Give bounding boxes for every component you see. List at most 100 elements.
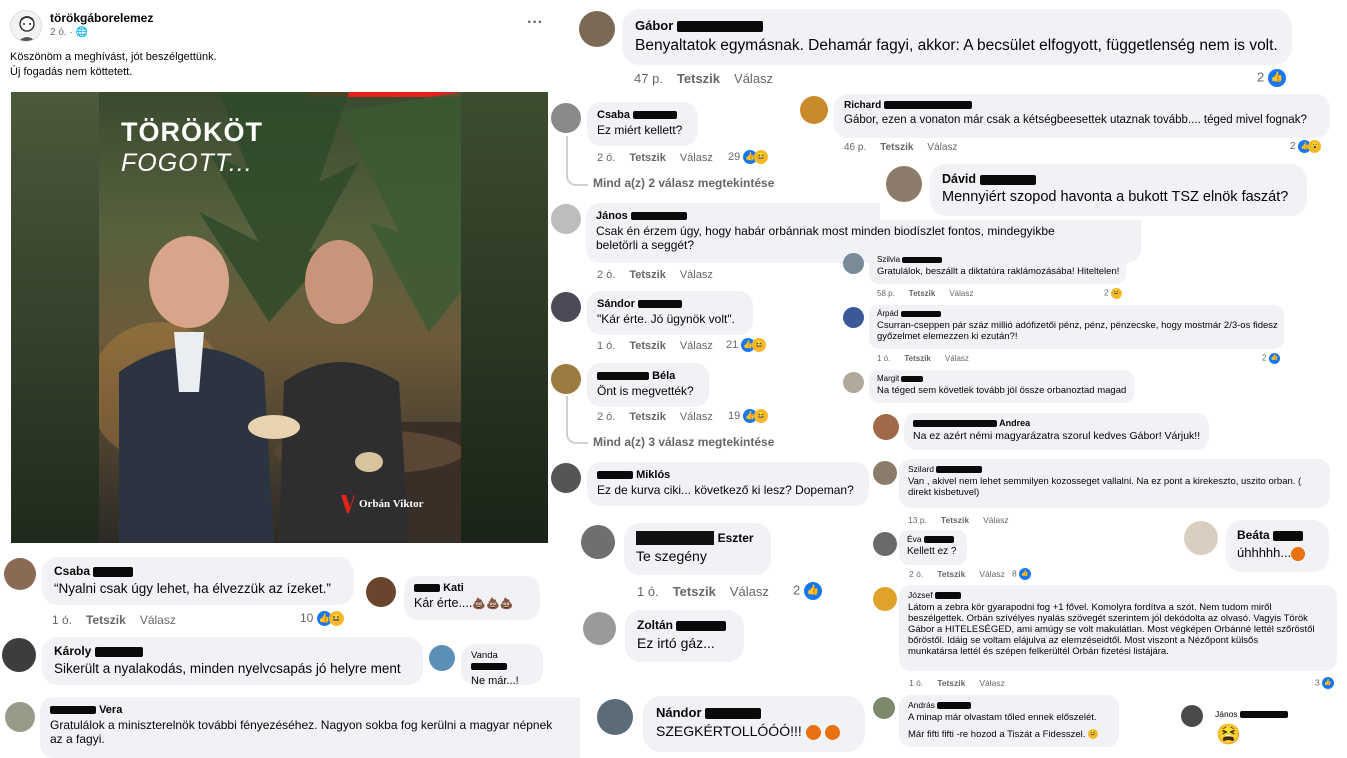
like-link[interactable]: Tetszik [629,269,665,281]
commenter-avatar[interactable] [551,204,581,234]
reaction-summary[interactable]: 2 👍😮 [1290,140,1322,153]
commenter-avatar[interactable] [579,11,615,47]
commenter-name[interactable]: Éva [907,534,959,544]
commenter-name[interactable]: Miklós [597,469,859,481]
reply-link[interactable]: Válasz [730,584,769,599]
commenter-avatar[interactable] [551,463,581,493]
commenter-name[interactable]: András [908,700,1110,710]
reaction-summary[interactable]: 21 👍😆 [726,338,767,352]
reaction-summary[interactable]: 10 👍😆 [300,611,344,627]
like-link[interactable]: Tetszik [677,71,720,86]
like-link[interactable]: Tetszik [629,340,665,352]
view-replies-link[interactable]: Mind a(z) 2 válasz megtekintése [593,176,774,190]
like-link[interactable]: Tetszik [941,515,969,525]
reaction-count: 10 [300,611,314,625]
reply-link[interactable]: Válasz [979,569,1005,579]
commenter-name[interactable]: Árpád [877,309,1276,318]
commenter-avatar[interactable] [551,364,581,394]
commenter-name[interactable]: Dávid [942,172,1295,186]
reaction-summary[interactable]: 29 👍😆 [728,150,769,164]
commenter-avatar[interactable] [873,697,895,719]
commenter-avatar[interactable] [843,307,864,328]
commenter-name[interactable]: Csaba [54,564,342,578]
reply-link[interactable]: Válasz [983,515,1009,525]
like-link[interactable]: Tetszik [937,678,965,688]
reply-link[interactable]: Válasz [680,340,713,352]
commenter-avatar[interactable] [873,532,897,556]
commenter-avatar[interactable] [429,645,455,671]
commenter-name-text: Nándor [656,705,702,720]
redacted-surname [937,702,972,710]
post-image[interactable]: TÖRÖKÖT FOGOTT... Orbán Viktor [11,92,548,543]
like-link[interactable]: Tetszik [629,411,665,423]
commenter-name[interactable]: Andrea [913,418,1200,428]
commenter-name[interactable]: Csaba [597,109,688,121]
commenter-avatar[interactable] [886,166,922,202]
post-author-name[interactable]: törökgáborelemez [50,11,153,25]
reaction-summary[interactable]: 2 👍 [1262,353,1280,364]
commenter-name[interactable]: Vanda [471,650,533,672]
commenter-avatar[interactable] [2,638,36,672]
commenter-avatar[interactable] [4,558,36,590]
commenter-name[interactable]: János [1215,709,1289,719]
commenter-name[interactable]: Rado Adrienn Eszter [636,531,759,545]
like-link[interactable]: Tetszik [880,142,913,153]
commenter-name[interactable]: Nándor [656,705,852,720]
commenter-name[interactable]: Károly [54,644,411,658]
commenter-name[interactable]: Béla [597,370,699,382]
reaction-summary[interactable]: 8 👍 [1012,568,1032,580]
like-link[interactable]: Tetszik [629,152,665,164]
commenter-name[interactable]: Vera [50,704,570,716]
reply-link[interactable]: Válasz [945,354,969,363]
reply-link[interactable]: Válasz [680,269,713,281]
reaction-summary[interactable]: 2 👍 [793,582,822,600]
reply-link[interactable]: Válasz [949,289,973,298]
reply-link[interactable]: Válasz [979,678,1005,688]
reply-link[interactable]: Válasz [680,411,713,423]
reaction-summary[interactable]: 2 😆 [1104,288,1122,299]
post-menu-button[interactable]: ··· [527,14,543,32]
commenter-avatar[interactable] [1181,705,1203,727]
commenter-name[interactable]: Szilard [908,464,1321,474]
commenter-name[interactable]: Beáta [1237,528,1318,542]
commenter-name[interactable]: József [908,590,1328,600]
post-author-avatar[interactable] [10,10,42,42]
reply-link[interactable]: Válasz [140,613,176,627]
commenter-name[interactable]: Gábor [635,18,1279,33]
reply-link[interactable]: Válasz [734,71,773,86]
commenter-avatar[interactable] [1184,521,1218,555]
commenter-name[interactable]: Sándor [597,298,743,310]
reply-link[interactable]: Válasz [680,152,713,164]
commenter-avatar[interactable] [551,292,581,322]
commenter-avatar[interactable] [843,253,864,274]
reaction-summary[interactable]: 19 👍😆 [728,409,769,423]
commenter-name[interactable]: Szilvia [877,255,1118,264]
commenter-name[interactable]: Richard [844,100,1320,111]
reaction-summary[interactable]: 3 👍 [1315,677,1335,689]
commenter-avatar[interactable] [873,414,899,440]
comment-text-line2: győzelmet elemezzen ki ezután?! [877,331,1018,342]
commenter-avatar[interactable] [873,587,897,611]
commenter-avatar[interactable] [581,525,615,559]
commenter-name[interactable]: Zoltán [637,618,732,632]
commenter-avatar[interactable] [551,103,581,133]
comment-time: 2 ó. [909,569,924,579]
post-time[interactable]: 2 ó. · 🌐 [50,27,88,38]
like-link[interactable]: Tetszik [904,354,931,363]
like-link[interactable]: Tetszik [86,613,126,627]
like-link[interactable]: Tetszik [909,289,936,298]
reaction-summary[interactable]: 2 👍 [1257,69,1286,87]
commenter-name[interactable]: Margit [877,374,1126,383]
reply-link[interactable]: Válasz [927,142,957,153]
commenter-avatar[interactable] [843,372,864,393]
commenter-avatar[interactable] [800,96,828,124]
commenter-avatar[interactable] [873,461,897,485]
commenter-avatar[interactable] [583,612,616,645]
commenter-avatar[interactable] [5,702,35,732]
commenter-avatar[interactable] [366,577,396,607]
view-replies-link[interactable]: Mind a(z) 3 válasz megtekintése [593,435,774,449]
like-link[interactable]: Tetszik [937,569,965,579]
commenter-name[interactable]: Kati [414,582,530,594]
commenter-avatar[interactable] [597,699,633,735]
like-link[interactable]: Tetszik [673,584,716,599]
